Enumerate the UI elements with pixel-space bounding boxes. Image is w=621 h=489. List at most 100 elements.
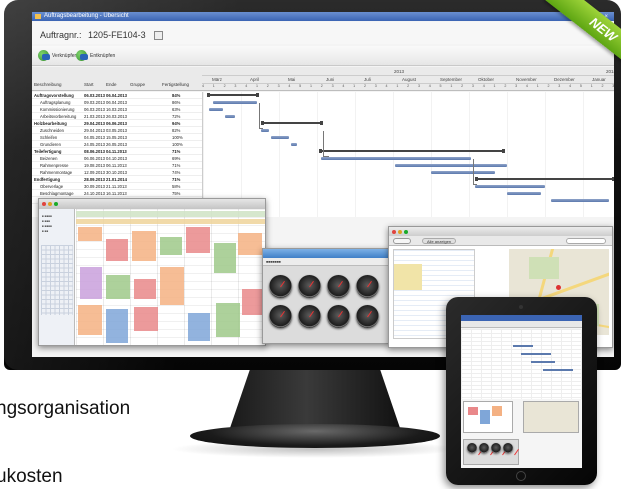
order-label: Auftragnr.: bbox=[40, 30, 82, 40]
dashboard-window[interactable]: ■■■■■■■ bbox=[262, 248, 390, 344]
minimize-dot-icon[interactable] bbox=[48, 202, 52, 206]
task-start: 06.03.2013 bbox=[84, 107, 105, 112]
task-end: 04.11.2013 bbox=[106, 149, 127, 154]
task-pct: 63% bbox=[172, 107, 181, 112]
month-label: September bbox=[440, 77, 463, 82]
task-pct: 86% bbox=[172, 100, 181, 105]
task-row[interactable]: Teilefertigung 08.06.2013 04.11.2013 71% bbox=[32, 148, 202, 155]
tablet-home-button bbox=[516, 471, 526, 481]
close-dot-icon[interactable] bbox=[42, 202, 46, 206]
marketing-stage: { "app": { "window_title": "Auftragsbear… bbox=[0, 0, 621, 489]
task-name: Teilefertigung bbox=[34, 149, 62, 154]
task-pct: 100% bbox=[172, 142, 183, 147]
calendar-sidebar: ■ ■■■■ ■ ■■■ ■ ■■■■ ■ ■■ bbox=[39, 209, 75, 345]
task-pct: 69% bbox=[172, 156, 181, 161]
show-all-button[interactable]: Alle anzeigen bbox=[422, 238, 457, 244]
link-icon bbox=[38, 50, 50, 61]
task-start: 28.09.2013 bbox=[84, 177, 105, 182]
column-header[interactable]: Beschreibung bbox=[34, 82, 62, 87]
gauge-icon bbox=[327, 275, 350, 298]
gauge-icon bbox=[269, 305, 292, 328]
gauge-icon bbox=[356, 275, 379, 298]
task-pct: 84% bbox=[172, 93, 181, 98]
column-header[interactable]: Gruppe bbox=[130, 82, 145, 87]
task-name: Kommissionierung bbox=[40, 107, 75, 112]
minimize-dot-icon[interactable] bbox=[398, 230, 402, 234]
task-row[interactable]: Rahmenmontage 12.09.2013 30.10.2013 74% bbox=[32, 169, 202, 176]
task-row[interactable]: Holzbearbeitung 29.04.2013 06.06.2013 94% bbox=[32, 120, 202, 127]
back-forward-buttons[interactable] bbox=[393, 238, 411, 244]
task-end: 04.10.2013 bbox=[106, 156, 127, 161]
task-row[interactable]: Endfertigung 28.09.2013 21.01.2014 71% bbox=[32, 176, 202, 183]
map-pin-icon[interactable] bbox=[556, 285, 561, 290]
task-row[interactable]: Auftragsvorstellung 06.03.2013 06.04.2013 8… bbox=[32, 92, 202, 99]
gauge-icon bbox=[298, 275, 321, 298]
task-row[interactable]: Zuschneiden 29.04.2013 03.05.2013 82% bbox=[32, 127, 202, 134]
task-name: Grundieren bbox=[40, 142, 61, 147]
zoom-dot-icon[interactable] bbox=[54, 202, 58, 206]
task-row[interactable]: Beschlagmontage 24.10.2013 16.11.2013 75% bbox=[32, 190, 202, 197]
slogan-line-1: ngsorganisation bbox=[0, 398, 131, 419]
month-label: Oktober bbox=[478, 77, 495, 82]
task-name: Rahmenmontage bbox=[40, 170, 73, 175]
task-name: Zuschneiden bbox=[40, 128, 64, 133]
calendar-window[interactable]: ■ ■■■■ ■ ■■■ ■ ■■■■ ■ ■■ bbox=[38, 198, 266, 346]
task-start: 24.05.2013 bbox=[84, 142, 105, 147]
year-label: 2013 bbox=[394, 69, 405, 74]
task-pct: 74% bbox=[172, 170, 181, 175]
task-end: 30.10.2013 bbox=[106, 170, 127, 175]
unlink-tool-button[interactable]: Entknüpfen bbox=[76, 50, 115, 61]
task-start: 30.09.2013 bbox=[84, 184, 105, 189]
task-row[interactable]: Schleifen 04.05.2013 15.05.2013 100% bbox=[32, 134, 202, 141]
dashboard-titlebar bbox=[263, 249, 389, 258]
app-icon bbox=[35, 14, 41, 19]
window-title: Auftragsbearbeitung - Übersicht bbox=[44, 13, 129, 19]
column-header[interactable]: Ende bbox=[106, 82, 117, 87]
task-row[interactable]: Beizenen 06.06.2013 04.10.2013 69% bbox=[32, 155, 202, 162]
task-row[interactable]: Arbeitsvorbereitung 21.03.2013 26.03.2013 7… bbox=[32, 113, 202, 120]
task-start: 29.04.2013 bbox=[84, 121, 105, 126]
close-dot-icon[interactable] bbox=[392, 230, 396, 234]
task-start: 12.09.2013 bbox=[84, 170, 105, 175]
gauge-icon bbox=[356, 305, 379, 328]
selected-row[interactable] bbox=[394, 264, 422, 290]
gauge-icon bbox=[298, 305, 321, 328]
task-end: 06.04.2013 bbox=[106, 100, 127, 105]
task-row[interactable]: Kommissionierung 06.03.2013 16.03.2013 63% bbox=[32, 106, 202, 113]
search-input[interactable] bbox=[566, 238, 606, 244]
link-tool-label: Verknüpfen bbox=[52, 52, 78, 59]
task-row[interactable]: Grundieren 24.05.2013 26.05.2013 100% bbox=[32, 141, 202, 148]
month-label: Juli bbox=[364, 77, 371, 82]
zoom-dot-icon[interactable] bbox=[404, 230, 408, 234]
task-row[interactable]: Oberverlage 30.09.2013 21.11.2013 58% bbox=[32, 183, 202, 190]
task-pct: 58% bbox=[172, 184, 181, 189]
task-row[interactable]: Auftragsplanung 09.03.2013 06.04.2013 86% bbox=[32, 99, 202, 106]
column-header[interactable]: Start bbox=[84, 82, 94, 87]
task-row[interactable]: Rahmenpresse 19.08.2013 06.11.2013 71% bbox=[32, 162, 202, 169]
task-end: 26.05.2013 bbox=[106, 142, 127, 147]
task-pct: 100% bbox=[172, 135, 183, 140]
unlink-tool-label: Entknüpfen bbox=[90, 52, 116, 59]
mini-calendar[interactable] bbox=[41, 245, 73, 315]
month-label: März bbox=[212, 77, 222, 82]
calendar-titlebar bbox=[39, 199, 265, 209]
task-name: Oberverlage bbox=[40, 184, 64, 189]
order-lookup-button[interactable] bbox=[154, 31, 164, 41]
calendar-list[interactable]: ■ ■■■■ ■ ■■■ ■ ■■■■ ■ ■■ bbox=[39, 209, 74, 233]
task-name: Arbeitsvorbereitung bbox=[40, 114, 77, 119]
new-ribbon: NEW bbox=[520, 0, 621, 80]
task-pct: 94% bbox=[172, 121, 181, 126]
link-tool-button[interactable]: Verknüpfen bbox=[38, 50, 77, 61]
month-label: Juni bbox=[326, 77, 335, 82]
task-name: Rahmenpresse bbox=[40, 163, 69, 168]
column-header[interactable]: Fertigstellung bbox=[162, 82, 189, 87]
task-end: 16.03.2013 bbox=[106, 107, 127, 112]
task-end: 26.03.2013 bbox=[106, 114, 127, 119]
task-end: 21.01.2014 bbox=[106, 177, 127, 182]
task-name: Beizenen bbox=[40, 156, 58, 161]
calendar-week-view[interactable] bbox=[76, 209, 265, 345]
monitor-stand-neck bbox=[230, 368, 400, 428]
task-name: Auftragsvorstellung bbox=[34, 93, 74, 98]
gauge-icon bbox=[269, 275, 292, 298]
task-name: Schleifen bbox=[40, 135, 58, 140]
